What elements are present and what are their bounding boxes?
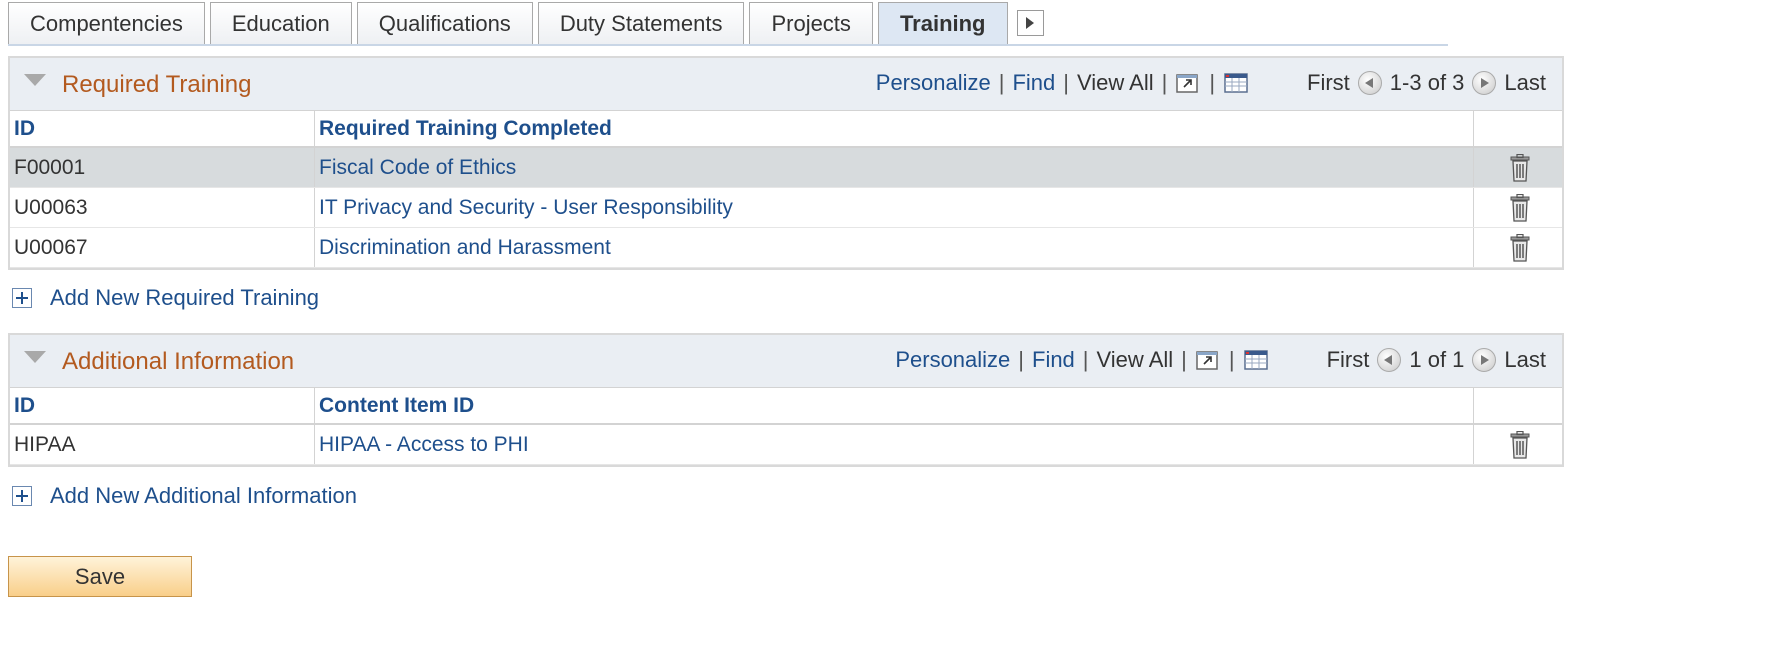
trash-icon[interactable]	[1509, 233, 1531, 262]
row-id: U00063	[10, 187, 315, 228]
training-link[interactable]: IT Privacy and Security - User Responsib…	[314, 187, 1474, 228]
grid-navigation: Personalize | Find | View All | | First …	[895, 347, 1546, 373]
delete-row-cell	[1473, 227, 1562, 268]
next-circle-icon[interactable]	[1472, 71, 1497, 95]
tab-competencies[interactable]: Compentencies	[8, 2, 205, 44]
row-id: U00067	[10, 227, 315, 268]
prev-circle-icon[interactable]	[1377, 348, 1402, 372]
required-training-grid: Required Training Personalize | Find | V…	[8, 56, 1564, 270]
next-circle-icon[interactable]	[1472, 348, 1497, 372]
grid-header: Required Training Personalize | Find | V…	[10, 58, 1562, 111]
nav-separator: |	[1209, 70, 1216, 95]
tab-scroll-right-icon[interactable]	[1016, 10, 1044, 36]
add-required-training-link[interactable]: Add New Required Training	[12, 285, 319, 311]
nav-separator: |	[998, 70, 1005, 95]
find-link[interactable]: Find	[1012, 70, 1055, 96]
find-link[interactable]: Find	[1032, 347, 1075, 373]
row-id: HIPAA	[10, 424, 315, 465]
table-row[interactable]: U00067 Discrimination and Harassment	[10, 227, 1562, 268]
first-label: First	[1307, 70, 1350, 95]
delete-row-cell	[1473, 187, 1562, 228]
save-button[interactable]: Save	[8, 556, 192, 597]
collapse-triangle-icon[interactable]	[24, 351, 46, 363]
column-header-actions	[1473, 111, 1562, 148]
spreadsheet-icon[interactable]	[1223, 71, 1249, 95]
table-header-row: ID Required Training Completed	[10, 111, 1562, 148]
required-training-table: ID Required Training Completed F00001 Fi…	[10, 111, 1562, 268]
row-range: 1-3 of 3	[1389, 70, 1465, 95]
plus-icon[interactable]	[12, 288, 32, 308]
delete-row-cell	[1473, 424, 1562, 465]
nav-separator: |	[1082, 347, 1089, 372]
additional-information-table: ID Content Item ID HIPAA HIPAA - Access …	[10, 388, 1562, 465]
table-row[interactable]: U00063 IT Privacy and Security - User Re…	[10, 187, 1562, 228]
nav-separator: |	[1228, 347, 1235, 372]
row-range: 1 of 1	[1409, 347, 1465, 372]
zoom-window-icon[interactable]	[1175, 71, 1201, 95]
collapse-triangle-icon[interactable]	[24, 74, 46, 86]
spreadsheet-icon[interactable]	[1243, 348, 1269, 372]
nav-separator: |	[1161, 70, 1168, 95]
column-header-training[interactable]: Required Training Completed	[314, 111, 1474, 148]
grid-title: Required Training	[62, 71, 252, 98]
column-header-actions	[1473, 388, 1562, 425]
first-label: First	[1326, 347, 1370, 372]
content-item-link[interactable]: HIPAA - Access to PHI	[314, 424, 1474, 465]
additional-information-grid: Additional Information Personalize | Fin…	[8, 333, 1564, 467]
column-header-content-item[interactable]: Content Item ID	[314, 388, 1474, 425]
add-required-training-label[interactable]: Add New Required Training	[50, 285, 319, 311]
plus-icon[interactable]	[12, 486, 32, 506]
trash-icon[interactable]	[1509, 430, 1531, 459]
grid-navigation: Personalize | Find | View All | | First …	[876, 70, 1546, 96]
tab-projects[interactable]: Projects	[749, 2, 873, 44]
tab-bar: Compentencies Education Qualifications D…	[8, 2, 1044, 44]
last-label: Last	[1504, 347, 1546, 372]
tabs-divider	[8, 44, 1448, 46]
tab-education[interactable]: Education	[209, 2, 352, 44]
table-row[interactable]: HIPAA HIPAA - Access to PHI	[10, 424, 1562, 465]
table-row[interactable]: F00001 Fiscal Code of Ethics	[10, 147, 1562, 188]
add-additional-information-link[interactable]: Add New Additional Information	[12, 483, 357, 509]
nav-separator: |	[1018, 347, 1024, 372]
column-header-id[interactable]: ID	[10, 388, 315, 425]
row-id: F00001	[10, 147, 315, 188]
view-all-link[interactable]: View All	[1097, 347, 1174, 373]
nav-separator: |	[1181, 347, 1187, 372]
add-additional-information-label[interactable]: Add New Additional Information	[50, 483, 357, 509]
column-header-id[interactable]: ID	[10, 111, 315, 148]
table-header-row: ID Content Item ID	[10, 388, 1562, 425]
grid-header: Additional Information Personalize | Fin…	[10, 335, 1562, 388]
grid-title: Additional Information	[62, 348, 295, 375]
trash-icon[interactable]	[1509, 193, 1531, 222]
last-label: Last	[1504, 70, 1546, 95]
trash-icon[interactable]	[1509, 153, 1531, 182]
view-all-link[interactable]: View All	[1077, 70, 1154, 96]
prev-circle-icon[interactable]	[1357, 71, 1382, 95]
delete-row-cell	[1473, 147, 1562, 188]
personalize-link[interactable]: Personalize	[876, 70, 991, 96]
zoom-window-icon[interactable]	[1195, 348, 1221, 372]
personalize-link[interactable]: Personalize	[895, 347, 1010, 373]
nav-separator: |	[1063, 70, 1069, 95]
tab-training[interactable]: Training	[877, 2, 1008, 44]
training-link[interactable]: Discrimination and Harassment	[314, 227, 1474, 268]
training-link[interactable]: Fiscal Code of Ethics	[314, 147, 1474, 188]
tab-qualifications[interactable]: Qualifications	[356, 2, 533, 44]
tab-duty-statements[interactable]: Duty Statements	[537, 2, 745, 44]
